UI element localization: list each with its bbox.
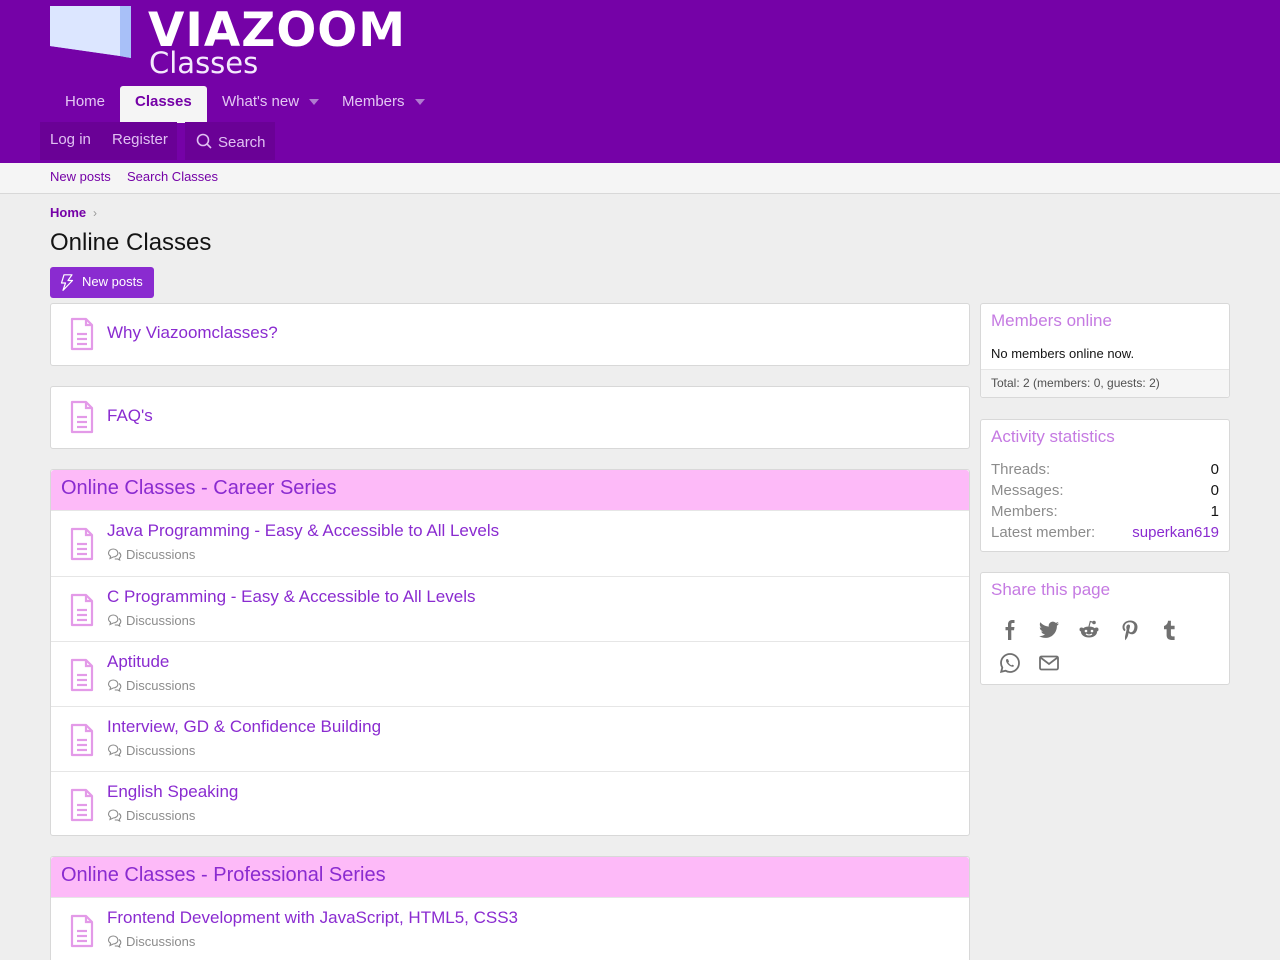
- discussions-icon: [107, 744, 122, 757]
- forum-subforum-label[interactable]: Discussions: [126, 934, 195, 949]
- document-icon: [70, 658, 94, 692]
- forum-row[interactable]: Java Programming - Easy & Accessible to …: [51, 511, 969, 576]
- forum-subforum[interactable]: Discussions: [107, 547, 195, 562]
- login-link[interactable]: Log in: [50, 131, 91, 149]
- forum-subforum-label[interactable]: Discussions: [126, 547, 195, 562]
- tab-classes-label: Classes: [135, 93, 192, 110]
- share-title: Share this page: [991, 580, 1111, 599]
- forum-subforum[interactable]: Discussions: [107, 678, 195, 693]
- document-icon: [70, 317, 94, 351]
- node-faq[interactable]: FAQ's: [50, 386, 970, 449]
- stat-label: Threads:: [991, 461, 1051, 478]
- document-icon: [70, 593, 94, 627]
- category-title[interactable]: Online Classes - Career Series: [61, 477, 337, 500]
- search-icon[interactable]: [196, 133, 212, 149]
- document-icon: [70, 527, 94, 561]
- subnav-new-posts[interactable]: New posts: [50, 170, 111, 184]
- latest-member-link[interactable]: superkan619: [1132, 524, 1219, 542]
- tumblr-icon[interactable]: [1159, 619, 1181, 641]
- register-link[interactable]: Register: [112, 131, 168, 149]
- tab-home[interactable]: Home: [50, 86, 120, 122]
- forum-subforum[interactable]: Discussions: [107, 743, 195, 758]
- stat-label: Messages:: [991, 482, 1064, 499]
- whatsapp-icon[interactable]: [999, 652, 1021, 674]
- node-faq-title[interactable]: FAQ's: [107, 406, 153, 426]
- new-posts-button-label: New posts: [82, 274, 143, 289]
- twitter-icon[interactable]: [1038, 619, 1060, 641]
- discussions-icon: [107, 809, 122, 822]
- document-icon: [70, 400, 94, 434]
- forum-subforum-label[interactable]: Discussions: [126, 743, 195, 758]
- breadcrumb-home[interactable]: Home: [50, 205, 86, 220]
- node-why[interactable]: Why Viazoomclasses?: [50, 303, 970, 366]
- members-online-footer: Total: 2 (members: 0, guests: 2): [981, 369, 1229, 397]
- tab-members-label: Members: [342, 93, 405, 110]
- forum-subforum-label[interactable]: Discussions: [126, 678, 195, 693]
- members-online-title[interactable]: Members online: [991, 311, 1112, 331]
- chevron-down-icon[interactable]: [309, 99, 320, 106]
- members-online-text: No members online now.: [991, 346, 1135, 361]
- new-posts-button[interactable]: New posts: [50, 267, 154, 298]
- discussions-icon: [107, 679, 122, 692]
- forum-title[interactable]: Frontend Development with JavaScript, HT…: [107, 908, 518, 928]
- share-block: Share this page: [980, 572, 1230, 685]
- tab-classes[interactable]: Classes: [120, 86, 207, 123]
- forum-row[interactable]: English Speaking Discussions: [51, 771, 969, 836]
- facebook-icon[interactable]: [999, 619, 1021, 641]
- document-icon: [70, 788, 94, 822]
- forum-subforum[interactable]: Discussions: [107, 934, 195, 949]
- discussions-icon: [107, 935, 122, 948]
- stat-value: 1: [1210, 503, 1219, 520]
- forum-subforum[interactable]: Discussions: [107, 613, 195, 628]
- activity-statistics-title: Activity statistics: [991, 427, 1115, 446]
- page-title: Online Classes: [50, 229, 212, 256]
- email-icon[interactable]: [1038, 652, 1060, 674]
- category-title[interactable]: Online Classes - Professional Series: [61, 864, 386, 887]
- reddit-icon[interactable]: [1078, 619, 1100, 641]
- forum-title[interactable]: Aptitude: [107, 652, 169, 672]
- category-header: Online Classes - Career Series: [51, 470, 969, 511]
- forum-row[interactable]: Frontend Development with JavaScript, HT…: [51, 898, 969, 960]
- forum-subforum-label[interactable]: Discussions: [126, 613, 195, 628]
- members-online-block: Members online No members online now. To…: [980, 303, 1230, 398]
- search-link[interactable]: Search: [218, 134, 266, 152]
- stat-value: 0: [1210, 461, 1219, 478]
- forum-title[interactable]: English Speaking: [107, 782, 238, 802]
- forum-row[interactable]: Aptitude Discussions: [51, 641, 969, 706]
- forum-title[interactable]: Interview, GD & Confidence Building: [107, 717, 381, 737]
- forum-row[interactable]: C Programming - Easy & Accessible to All…: [51, 576, 969, 641]
- document-icon: [70, 723, 94, 757]
- forum-subforum-label[interactable]: Discussions: [126, 808, 195, 823]
- site-header: VIAZOOM Classes Home Classes What's new …: [0, 0, 1280, 163]
- pinterest-icon[interactable]: [1119, 619, 1141, 641]
- node-why-title[interactable]: Why Viazoomclasses?: [107, 323, 278, 343]
- discussions-icon: [107, 548, 122, 561]
- brand-subtitle[interactable]: Classes: [149, 46, 258, 80]
- stat-label: Latest member:: [991, 524, 1096, 541]
- category-header: Online Classes - Professional Series: [51, 857, 969, 898]
- activity-statistics-block: Activity statistics Threads: 0 Messages:…: [980, 419, 1230, 552]
- subnav-search-classes[interactable]: Search Classes: [127, 170, 218, 184]
- discussions-icon: [107, 614, 122, 627]
- forum-title[interactable]: C Programming - Easy & Accessible to All…: [107, 587, 475, 607]
- forum-row[interactable]: Interview, GD & Confidence Building Discu…: [51, 706, 969, 771]
- tab-home-label: Home: [65, 93, 106, 110]
- logo-cube-icon[interactable]: [50, 6, 131, 58]
- bolt-icon: [60, 274, 74, 291]
- category-professional: Online Classes - Professional Series Fro…: [50, 856, 970, 960]
- stat-value: 0: [1210, 482, 1219, 499]
- members-online-total: Total: 2 (members: 0, guests: 2): [991, 376, 1160, 390]
- forum-title[interactable]: Java Programming - Easy & Accessible to …: [107, 521, 499, 541]
- chevron-right-icon: ›: [93, 206, 97, 220]
- forum-subforum[interactable]: Discussions: [107, 808, 195, 823]
- tab-members[interactable]: Members: [327, 86, 440, 122]
- tab-whats-new-label: What's new: [222, 93, 300, 110]
- stat-label: Members:: [991, 503, 1058, 520]
- category-career: Online Classes - Career Series Java Prog…: [50, 469, 970, 836]
- chevron-down-icon[interactable]: [414, 99, 425, 106]
- tab-whats-new[interactable]: What's new: [207, 86, 334, 122]
- document-icon: [70, 914, 94, 948]
